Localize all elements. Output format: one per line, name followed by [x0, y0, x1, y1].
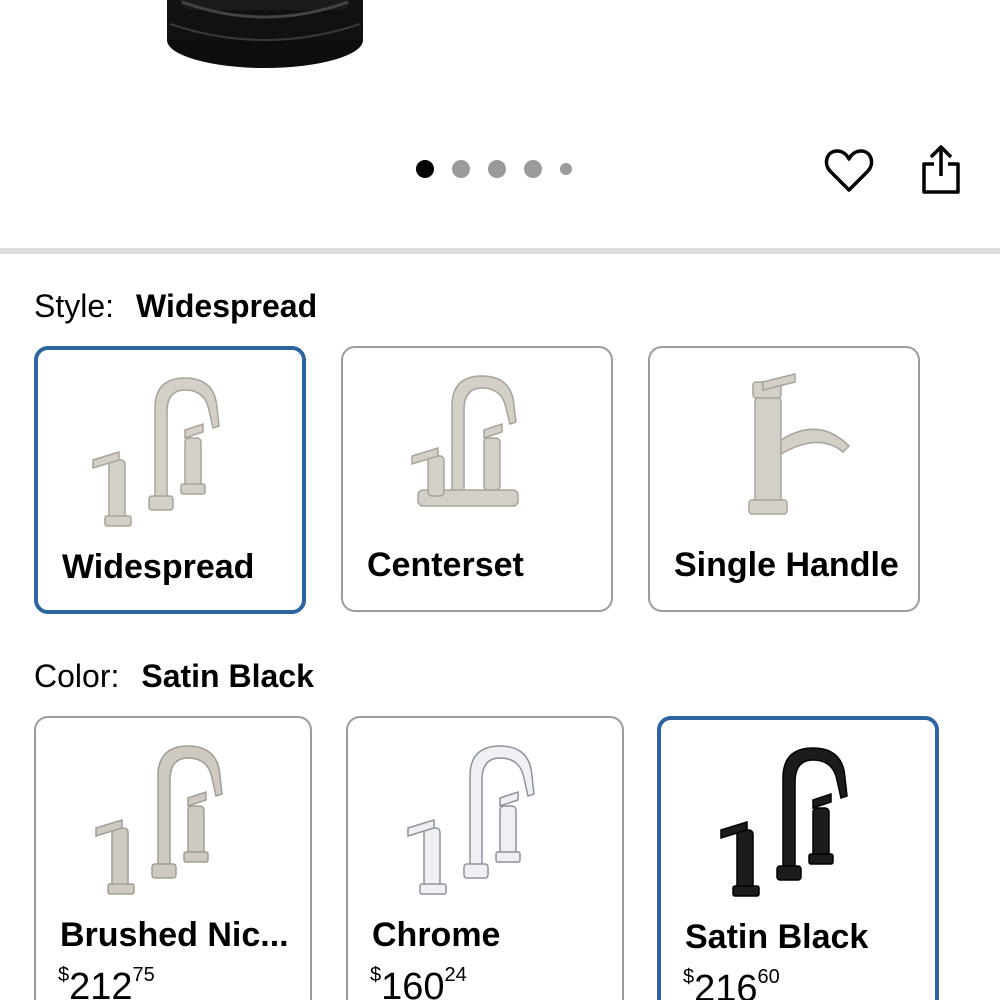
pagination-dot-3[interactable]: [488, 160, 506, 178]
share-icon: [922, 145, 960, 194]
faucet-thumbnail: [36, 736, 310, 896]
style-option-widespread[interactable]: Widespread: [34, 346, 306, 614]
color-selected-value: Satin Black: [141, 658, 314, 694]
price-cents: 60: [757, 966, 780, 988]
style-selector-label: Style: Widespread: [34, 288, 317, 325]
style-selected-value: Widespread: [136, 288, 318, 324]
price-currency: $: [683, 966, 695, 988]
style-option-centerset[interactable]: Centerset: [341, 346, 613, 612]
color-option-price: $21660: [683, 966, 780, 1000]
color-option-brushed-nickel[interactable]: Brushed Nic... $21275: [34, 716, 312, 1000]
style-option-label: Centerset: [367, 546, 524, 584]
color-option-price: $21275: [58, 964, 155, 1000]
heart-icon: [824, 149, 874, 192]
color-option-price: $16024: [370, 964, 467, 1000]
style-option-single-handle[interactable]: Single Handle: [648, 346, 920, 612]
color-option-label: Brushed Nic...: [60, 916, 289, 954]
style-key: Style:: [34, 288, 115, 324]
color-key: Color:: [34, 658, 120, 694]
faucet-thumbnail: [650, 366, 918, 526]
style-option-label: Widespread: [62, 548, 255, 586]
image-pagination-dots[interactable]: [416, 160, 572, 178]
pagination-dot-2[interactable]: [452, 160, 470, 178]
price-currency: $: [58, 964, 70, 986]
pagination-dot-5[interactable]: [560, 163, 572, 175]
color-option-label: Chrome: [372, 916, 501, 954]
price-currency: $: [370, 964, 382, 986]
faucet-thumbnail: [348, 736, 622, 896]
color-option-chrome[interactable]: Chrome $16024: [346, 716, 624, 1000]
pagination-dot-1[interactable]: [416, 160, 434, 178]
price-dollars: 160: [381, 966, 445, 1000]
price-cents: 24: [444, 964, 467, 986]
product-image: [167, 0, 363, 68]
price-dollars: 216: [694, 968, 758, 1000]
color-option-label: Satin Black: [685, 918, 869, 956]
color-option-satin-black[interactable]: Satin Black $21660: [657, 716, 939, 1000]
faucet-thumbnail: [343, 366, 611, 526]
price-dollars: 212: [69, 966, 133, 1000]
style-option-label: Single Handle: [674, 546, 899, 584]
product-image-gallery[interactable]: [0, 0, 1000, 250]
share-button[interactable]: [914, 140, 968, 200]
pagination-dot-4[interactable]: [524, 160, 542, 178]
price-cents: 75: [132, 964, 155, 986]
faucet-thumbnail: [661, 738, 935, 898]
faucet-thumbnail: [38, 368, 302, 528]
color-selector-label: Color: Satin Black: [34, 658, 314, 695]
section-divider: [0, 248, 1000, 254]
favorite-button[interactable]: [822, 144, 876, 198]
